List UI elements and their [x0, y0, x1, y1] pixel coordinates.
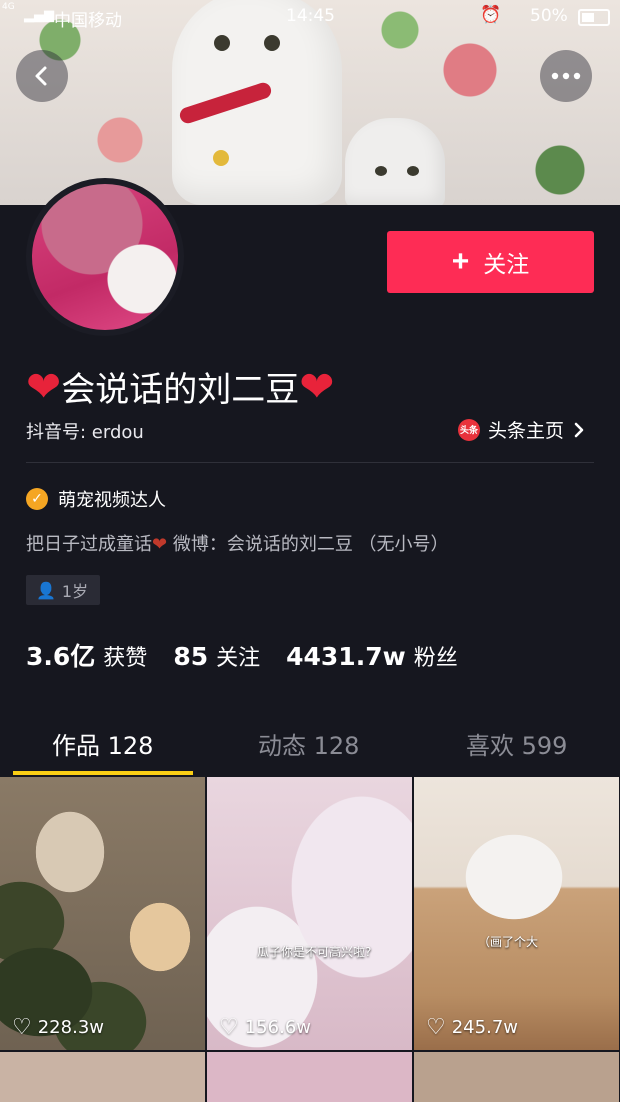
video-thumbnail[interactable]: ♡ 228.3w	[0, 777, 205, 1050]
heart-emoji-icon: ❤	[26, 361, 62, 411]
banner-kitten-image	[345, 118, 445, 205]
follow-button[interactable]: + 关注	[387, 231, 594, 293]
status-bar: 4G ▂▄▆ 中国移动 14:45 ⏰ 50%	[0, 0, 620, 32]
video-caption: 瓜子你是不可高兴啦?	[257, 945, 372, 959]
verified-check-icon: ✓	[26, 488, 48, 510]
nickname: ❤ 会说话的刘二豆 ❤	[26, 362, 334, 411]
cat-eye	[264, 35, 280, 51]
more-dots-icon	[551, 72, 581, 80]
cat-bell	[213, 150, 229, 166]
back-button[interactable]	[16, 50, 68, 102]
avatar[interactable]	[26, 178, 184, 336]
bio-text: 把日子过成童话	[26, 534, 152, 555]
video-likes-count: 228.3w	[37, 1017, 104, 1038]
alarm-icon: ⏰	[480, 5, 502, 25]
bio-weibo: 微博：会说话的刘二豆 （无小号）	[172, 534, 449, 555]
nickname-text: 会说话的刘二豆	[61, 370, 300, 410]
following-label[interactable]: 关注	[216, 640, 260, 672]
chevron-left-icon	[35, 66, 47, 86]
age-tag: 👤 1岁	[26, 575, 101, 605]
plus-icon: +	[451, 245, 470, 278]
video-likes: ♡ 245.7w	[426, 1015, 518, 1040]
likes-label: 获赞	[103, 646, 148, 671]
heart-outline-icon: ♡	[219, 1015, 239, 1040]
battery-icon	[578, 9, 610, 26]
toutiao-label: 头条主页	[488, 420, 565, 442]
battery-percent: 50%	[530, 6, 568, 26]
heart-emoji-icon: ❤	[299, 361, 335, 411]
avatar-image	[32, 184, 178, 330]
verification-badge: ✓ 萌宠视频达人	[26, 486, 166, 512]
video-caption: （画了个大	[478, 935, 539, 949]
heart-outline-icon: ♡	[426, 1015, 446, 1040]
tab-dynamic[interactable]: 动态 128	[258, 726, 359, 761]
following-count[interactable]: 85	[173, 642, 208, 671]
video-thumbnail[interactable]	[414, 1052, 619, 1102]
tab-works[interactable]: 作品 128	[52, 726, 153, 761]
person-icon: 👤	[36, 580, 56, 600]
likes-count: 3.6亿	[26, 642, 96, 671]
heart-emoji-icon: ❤	[152, 534, 168, 555]
divider	[26, 462, 594, 463]
video-likes-count: 156.6w	[244, 1017, 311, 1038]
cat-eye	[407, 166, 419, 176]
toutiao-logo-icon: 头条	[458, 418, 480, 441]
toutiao-homepage-link[interactable]: 头条 头条主页	[458, 416, 586, 443]
signal-icon: ▂▄▆	[24, 8, 54, 23]
video-likes: ♡ 228.3w	[12, 1015, 104, 1040]
verification-text: 萌宠视频达人	[58, 490, 166, 511]
clock: 14:45	[286, 6, 335, 26]
video-likes: ♡ 156.6w	[219, 1015, 311, 1040]
stats-row: 3.6亿 获赞 85 关注 4431.7w 粉丝	[26, 637, 484, 673]
video-thumbnail[interactable]	[207, 1052, 412, 1102]
network-indicator: 4G	[2, 2, 15, 12]
bio: 把日子过成童话❤ 微博：会说话的刘二豆 （无小号）	[26, 530, 449, 556]
carrier-name: 中国移动	[54, 11, 122, 31]
heart-outline-icon: ♡	[12, 1015, 32, 1040]
tab-indicator	[13, 771, 193, 775]
followers-count[interactable]: 4431.7w	[286, 642, 406, 671]
more-options-button[interactable]	[540, 50, 592, 102]
follow-label: 关注	[483, 251, 530, 277]
douyin-id: 抖音号: erdou	[26, 422, 144, 443]
video-likes-count: 245.7w	[451, 1017, 518, 1038]
cat-eye	[214, 35, 230, 51]
video-thumbnail[interactable]	[0, 1052, 205, 1102]
followers-label[interactable]: 粉丝	[414, 640, 458, 672]
video-thumbnail[interactable]: （画了个大 ♡ 245.7w	[414, 777, 619, 1050]
tab-likes[interactable]: 喜欢 599	[466, 726, 567, 761]
chevron-right-icon	[574, 422, 584, 437]
cat-eye	[375, 166, 387, 176]
video-thumbnail[interactable]: 瓜子你是不可高兴啦? ♡ 156.6w	[207, 777, 412, 1050]
age-text: 1岁	[61, 582, 89, 601]
